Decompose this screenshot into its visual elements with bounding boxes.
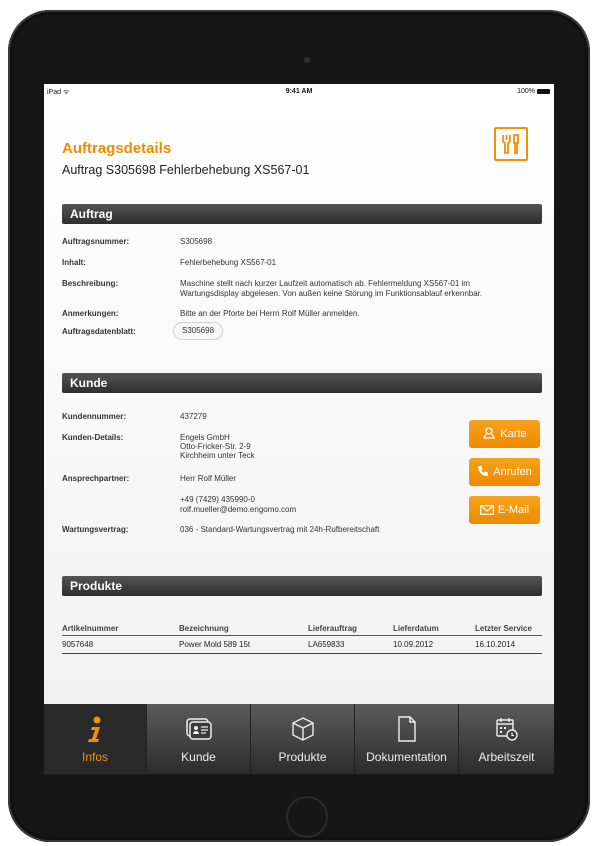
label-auftragsdatenblatt: Auftragsdatenblatt: <box>62 327 136 336</box>
tab-arbeitszeit-label: Arbeitszeit <box>478 750 535 764</box>
auftragsdatenblatt-link[interactable]: S305698 <box>173 322 224 340</box>
email-button[interactable]: E-Mail <box>469 496 540 524</box>
tab-infos-label: Infos <box>81 750 108 764</box>
col-lieferauftrag: Lieferauftrag <box>308 624 357 633</box>
box-icon <box>291 716 315 747</box>
label-anmerkungen: Anmerkungen: <box>62 309 119 318</box>
tab-bar: Infos Kunde Produkte Dokumentation Arbei… <box>44 704 554 774</box>
tab-produkte[interactable]: Produkte <box>251 704 355 774</box>
contact-card-icon <box>185 716 212 745</box>
battery-icon <box>537 89 550 94</box>
envelope-icon <box>480 498 494 526</box>
anrufen-button-label: Anrufen <box>493 466 532 478</box>
label-kunden-details: Kunden-Details: <box>62 433 124 442</box>
value-wartungsvertrag: 036 - Standard-Wartungsvertrag mit 24h-R… <box>180 525 380 534</box>
phone-icon <box>477 460 489 488</box>
camera <box>304 57 310 63</box>
tools-logo-icon <box>494 127 528 161</box>
anrufen-button[interactable]: Anrufen <box>469 458 540 486</box>
label-wartungsvertrag: Wartungsvertrag: <box>62 525 129 534</box>
karte-button-label: Karte <box>500 428 527 440</box>
battery-indicator: 100% <box>517 88 550 95</box>
section-header-produkte: Produkte <box>62 576 542 596</box>
main-content: Auftragsdetails Auftrag S305698 Fehlerbe… <box>44 100 554 704</box>
section-header-auftrag: Auftrag <box>62 204 542 224</box>
value-inhalt: Fehlerbehebung XS567-01 <box>180 258 277 267</box>
label-beschreibung: Beschreibung: <box>62 279 119 288</box>
tab-dokumentation[interactable]: Dokumentation <box>355 704 459 774</box>
tab-kunde[interactable]: Kunde <box>147 704 251 774</box>
tab-arbeitszeit[interactable]: Arbeitszeit <box>459 704 554 774</box>
cell-lieferauftrag: LA659833 <box>308 640 345 649</box>
home-button[interactable] <box>286 796 328 838</box>
label-auftragsnummer: Auftragsnummer: <box>62 237 130 246</box>
page-title: Auftragsdetails <box>62 140 172 157</box>
document-icon <box>397 716 417 747</box>
value-beschreibung-line2: Wartungsdisplay abgelesen. Von außen kei… <box>180 289 483 298</box>
section-header-kunde: Kunde <box>62 373 542 393</box>
tab-infos[interactable]: Infos <box>44 704 147 774</box>
clock: 9:41 AM <box>285 88 313 95</box>
tab-dokumentation-label: Dokumentation <box>366 750 447 764</box>
cell-artikelnummer: 9057648 <box>62 640 94 649</box>
map-pin-icon <box>482 422 496 450</box>
col-artikelnummer: Artikelnummer <box>62 624 119 633</box>
col-lieferdatum: Lieferdatum <box>393 624 439 633</box>
tab-kunde-label: Kunde <box>181 750 216 764</box>
label-kundennummer: Kundennummer: <box>62 412 126 421</box>
info-icon <box>83 716 107 749</box>
cell-bezeichnung: Power Mold 589 15t <box>179 640 251 649</box>
karte-button[interactable]: Karte <box>469 420 540 448</box>
cell-lieferdatum: 10.09.2012 <box>393 640 434 649</box>
calendar-clock-icon <box>495 716 519 747</box>
products-table-header: Artikelnummer Bezeichnung Lieferauftrag … <box>62 621 542 636</box>
value-beschreibung: Maschine stellt nach kurzer Laufzeit aut… <box>180 279 470 288</box>
label-inhalt: Inhalt: <box>62 258 86 267</box>
label-ansprechpartner: Ansprechpartner: <box>62 474 130 483</box>
col-bezeichnung: Bezeichnung <box>179 624 229 633</box>
page-subtitle: Auftrag S305698 Fehlerbehebung XS567-01 <box>62 163 310 177</box>
email-button-label: E-Mail <box>497 504 530 516</box>
tab-produkte-label: Produkte <box>278 750 327 764</box>
table-row[interactable]: 9057648 Power Mold 589 15t LA659833 10.0… <box>62 637 542 654</box>
cell-letzter-service: 16.10.2014 <box>475 640 516 649</box>
screen: iPad ᯤ 9:41 AM 100% Auftragsdetails Auft… <box>44 84 554 774</box>
value-anmerkungen: Bitte an der Pforte bei Herrn Rolf Mülle… <box>180 309 360 318</box>
col-letzter-service: Letzter Service <box>475 624 532 633</box>
value-auftragsnummer: S305698 <box>180 237 213 246</box>
status-bar: iPad ᯤ 9:41 AM 100% <box>44 84 554 100</box>
